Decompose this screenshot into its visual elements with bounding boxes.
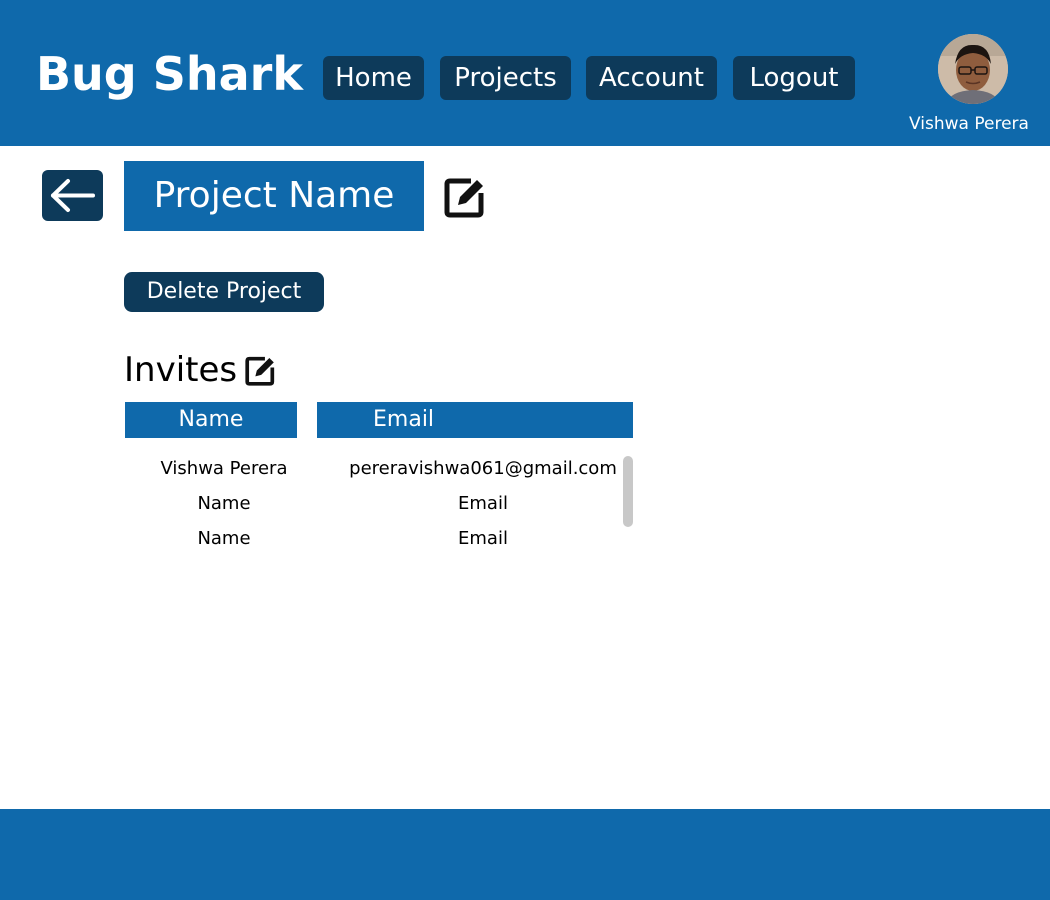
nav-logout-button[interactable]: Logout [733,56,855,100]
arrow-left-icon [51,179,95,212]
edit-icon [245,356,275,386]
nav-home-button[interactable]: Home [323,56,424,100]
edit-project-name-button[interactable] [444,176,486,218]
invite-name: Name [197,493,251,514]
edit-invites-button[interactable] [245,355,276,386]
avatar-image [938,34,1008,104]
page-footer [0,809,1050,900]
back-button[interactable] [42,170,103,221]
column-header-email-label: Email [373,407,435,432]
user-name: Vishwa Perera [909,114,1029,134]
nav-account-button[interactable]: Account [586,56,717,100]
table-row: Name Email [125,524,620,554]
table-row: Vishwa Perera pereravishwa061@gmail.com [125,454,620,484]
invite-email: Email [458,528,508,549]
table-row: Name Email [125,489,620,519]
nav-projects-button[interactable]: Projects [440,56,571,100]
column-header-name: Name [125,402,297,438]
top-header: Bug Shark Home Projects Account Logout V… [0,0,1050,146]
invite-name: Vishwa Perera [160,458,288,479]
column-header-email: Email [317,402,633,438]
invite-email: pereravishwa061@gmail.com [349,458,617,479]
invites-scrollbar[interactable] [623,456,633,527]
app-brand: Bug Shark [36,47,303,101]
edit-icon [444,178,484,218]
invite-email: Email [458,493,508,514]
invite-name: Name [197,528,251,549]
invites-heading: Invites [124,350,238,390]
project-title: Project Name [124,161,424,231]
delete-project-button[interactable]: Delete Project [124,272,324,312]
user-avatar[interactable] [938,34,1008,104]
